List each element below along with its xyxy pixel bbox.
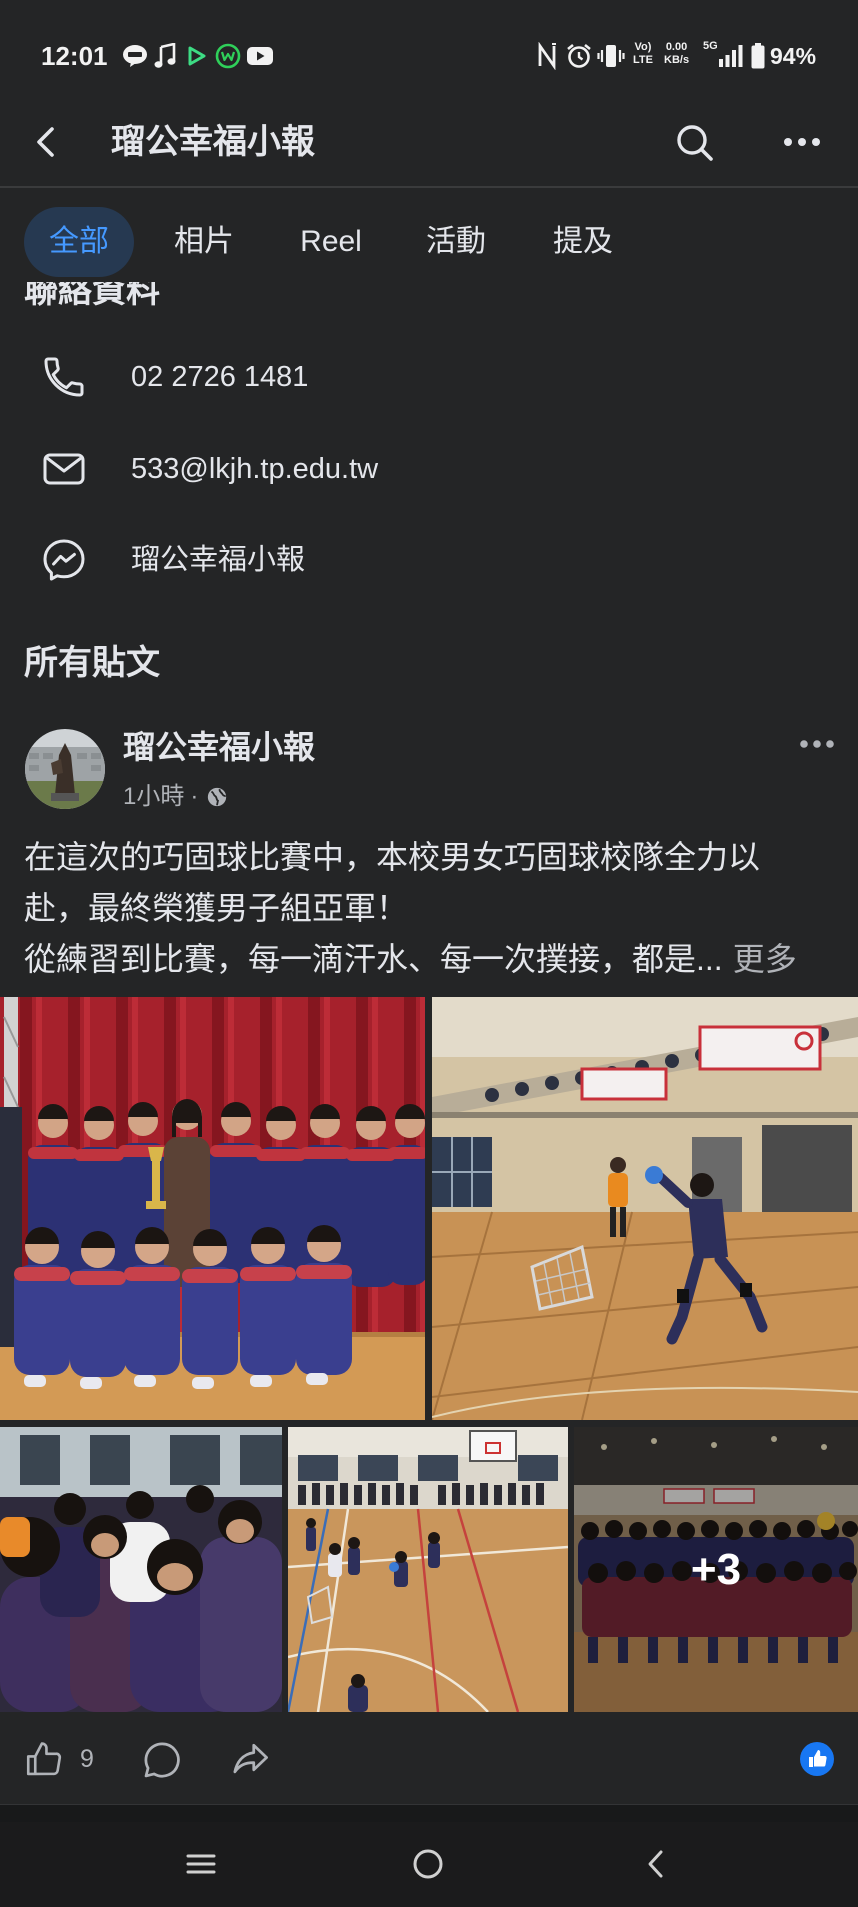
network-speed-unit: KB/s (664, 54, 690, 66)
contact-email[interactable]: 533@lkjh.tp.edu.tw (131, 451, 378, 487)
battery-icon (751, 43, 765, 69)
mail-icon (43, 453, 85, 485)
post-text-line: 在這次的巧固球比賽中，本校男女巧固球校隊全力以 (24, 839, 761, 875)
nfc-icon (538, 42, 556, 70)
post-photo-team-group[interactable]: +3 (574, 1427, 858, 1712)
contact-phone[interactable]: 02 2726 1481 (131, 359, 308, 395)
post-photo-team-trophy[interactable] (0, 997, 425, 1420)
post-photo-gym-match[interactable] (288, 1427, 568, 1712)
tab-photos[interactable]: 相片 (149, 207, 259, 277)
webtoon-icon (215, 43, 241, 69)
tab-all[interactable]: 全部 (24, 207, 134, 277)
post-text: 在這次的巧固球比賽中，本校男女巧固球校隊全力以 赴，最終榮獲男子組亞軍！ 從練習… (24, 832, 858, 985)
signal-icon (719, 45, 743, 67)
avatar[interactable] (25, 729, 105, 809)
volte-indicator: Vo) LTE (633, 41, 653, 67)
back-icon[interactable] (644, 1848, 668, 1880)
comment-icon[interactable] (140, 1738, 184, 1782)
tab-reels[interactable]: Reel (275, 207, 387, 277)
volte-bottom-text: LTE (633, 54, 653, 66)
status-bar: 12:01 Vo) LTE 0.00 KB/s 5G 94% (0, 0, 858, 110)
more-photos-overlay[interactable]: +3 (574, 1427, 858, 1712)
status-time: 12:01 (41, 41, 108, 71)
messenger-icon (43, 539, 85, 581)
recent-apps-icon[interactable] (184, 1848, 218, 1880)
all-posts-heading: 所有貼文 (24, 644, 160, 682)
music-note-icon (154, 43, 176, 68)
feed-separator (0, 1804, 858, 1822)
like-icon[interactable] (23, 1738, 65, 1780)
volte-top-text: Vo) (634, 41, 652, 53)
post-photo-huddle[interactable] (0, 1427, 282, 1712)
post-photo-gym-throw[interactable] (432, 997, 858, 1420)
post-meta: 1小時 · (123, 783, 228, 811)
filter-tabs: 全部 相片 Reel 活動 提及 (0, 188, 858, 282)
line-app-icon (123, 45, 147, 67)
like-reaction-icon[interactable] (799, 1741, 835, 1777)
network-type: 5G (703, 40, 718, 52)
network-speed-value: 0.00 (665, 41, 688, 53)
globe-icon (208, 787, 227, 807)
play-icon (188, 46, 206, 66)
tab-events[interactable]: 活動 (401, 207, 511, 277)
vibrate-icon (597, 45, 625, 67)
post-time[interactable]: 1小時 (123, 783, 184, 811)
post-time-separator: · (190, 783, 199, 810)
search-icon[interactable] (673, 121, 715, 163)
post-more-icon[interactable] (797, 732, 837, 756)
tab-mentions[interactable]: 提及 (528, 207, 638, 277)
home-icon[interactable] (410, 1846, 446, 1882)
more-horizontal-icon[interactable] (781, 130, 823, 154)
youtube-icon (247, 47, 273, 65)
share-icon[interactable] (229, 1737, 273, 1781)
phone-icon (44, 357, 84, 397)
page-title: 瑠公幸福小報 (111, 123, 315, 161)
post-text-line: 赴，最終榮獲男子組亞軍！ (24, 890, 409, 926)
back-arrow-icon[interactable] (28, 124, 64, 160)
like-count[interactable]: 9 (80, 1744, 94, 1774)
network-speed: 0.00 KB/s (664, 41, 689, 67)
post-text-line: 從練習到比賽，每一滴汗水、每一次撲接，都是... 更多 (24, 934, 858, 985)
system-navigation-bar (0, 1822, 858, 1907)
post-author[interactable]: 瑠公幸福小報 (123, 727, 315, 767)
post-text-line-content: 從練習到比賽，每一滴汗水、每一次撲接，都是... (24, 941, 723, 977)
alarm-icon (567, 43, 591, 68)
contact-messenger[interactable]: 瑠公幸福小報 (131, 542, 305, 578)
see-more-link[interactable]: 更多 (733, 941, 797, 977)
battery-percent: 94% (770, 43, 817, 69)
